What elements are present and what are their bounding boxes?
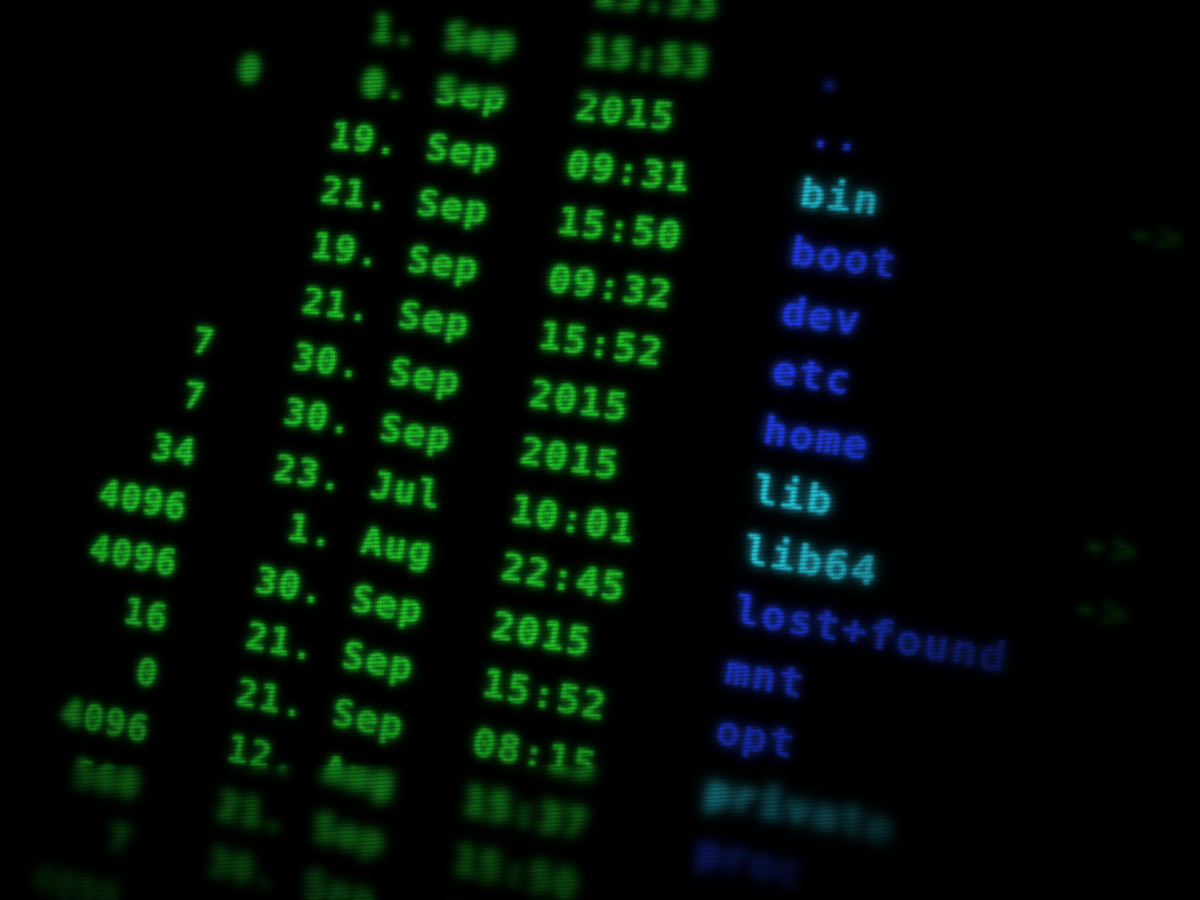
ls-cell-arrow (1154, 61, 1200, 75)
ls-cell-arrow (1145, 122, 1200, 137)
ls-cell-time: 15:53 (590, 0, 723, 28)
ls-entry-name[interactable]: bin (797, 171, 883, 224)
ls-cell-arrow (1108, 370, 1200, 390)
ls-entry-name[interactable]: . (815, 54, 848, 100)
ls-cell-arrow (1062, 683, 1200, 709)
ls-cell-arrow (1090, 494, 1200, 517)
ls-cell-arrow: -> (1125, 210, 1190, 264)
ls-cell-month (425, 0, 577, 4)
ls-cell-arrow (1052, 746, 1195, 774)
ls-cell-arrow (1136, 184, 1200, 200)
ls-cell-name-wrap (805, 27, 1154, 61)
ls-output: 15:53 1. Sep 15:53. 0 0. Sep 2015.. 19. Sep 09:31 b… (0, 0, 1200, 900)
terminal-photo: 15:53 1. Sep 15:53. 0 0. Sep 2015.. 19. Sep 09:31 b… (0, 0, 1200, 900)
ls-entry-name[interactable]: dev (778, 290, 864, 345)
terminal-listing-plane: 15:53 1. Sep 15:53. 0 0. Sep 2015.. 19. Sep 09:31 b… (0, 0, 1200, 900)
ls-entry-name[interactable]: .. (806, 113, 866, 162)
ls-cell-arrow (1117, 308, 1200, 327)
ls-cell-arrow (1099, 432, 1200, 453)
ls-cell-arrow (1043, 809, 1186, 838)
